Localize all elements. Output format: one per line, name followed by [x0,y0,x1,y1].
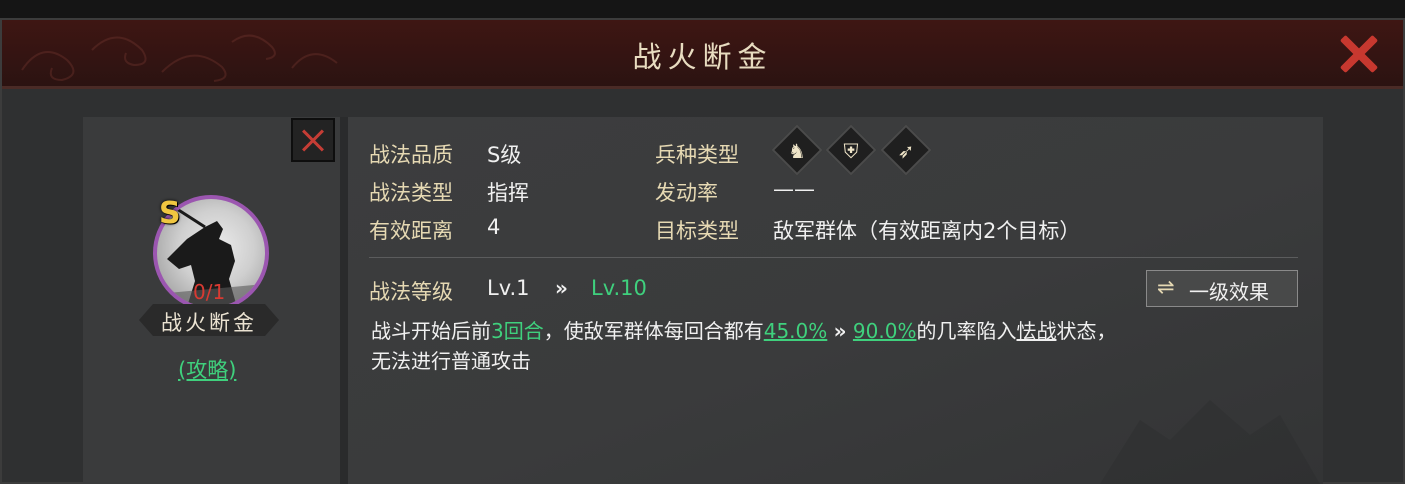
desc-text: 的几率陷入 [916,319,1017,343]
level-arrow: » [555,276,568,300]
swap-icon: ⇌ [1157,275,1175,299]
level-label: 战法等级 [369,280,453,304]
level-one-effect-button[interactable]: ⇌ 一级效果 [1146,270,1298,307]
grade-badge: S [159,196,181,231]
title-bar: 战火断金 [2,20,1403,89]
background-art [1100,400,1320,484]
desc-text: 战斗开始后前 [371,319,491,343]
type-label: 战法类型 [369,181,453,205]
horse-icon: ♞ [788,139,806,163]
quality-label: 战法品质 [369,143,453,167]
trigger-rate-value: —— [773,177,815,201]
skill-name-banner: 战火断金 [139,304,279,336]
trigger-rate-label: 发动率 [655,181,718,205]
top-strip [0,0,1405,18]
quality-value: S级 [487,143,522,167]
guide-link[interactable]: (攻略) [178,354,236,384]
skill-count: 0/1 [193,280,226,304]
column-divider [340,117,348,484]
range-label: 有效距离 [369,219,453,243]
divider [369,257,1298,258]
close-dialog-button[interactable] [1334,30,1382,78]
skill-description: 战斗开始后前3回合，使敌军群体每回合都有45.0% » 90.0%的几率陷入怯战… [371,316,1291,376]
desc-arrow: » [833,319,847,343]
bow-icon: ➶ [897,139,915,163]
target-type-label: 目标类型 [655,219,739,243]
shield-icon: ⛨ [843,139,859,163]
desc-rounds: 3回合 [491,319,544,343]
range-value: 4 [487,215,501,239]
desc-status-link[interactable]: 怯战 [1016,319,1056,343]
desc-text-line2: 无法进行普通攻击 [371,349,531,373]
remove-skill-button[interactable] [291,118,335,162]
effect-button-label: 一级效果 [1189,280,1269,304]
target-type-value: 敌军群体（有效距离内2个目标） [773,219,1081,243]
page-title: 战火断金 [632,40,773,74]
desc-rate-to: 90.0% [852,319,917,343]
level-from: Lv.1 [487,276,530,300]
skill-name: 战火断金 [161,311,257,335]
desc-text: 状态， [1056,319,1117,343]
troop-type-label: 兵种类型 [655,143,739,167]
type-value: 指挥 [487,181,529,205]
desc-rate-from: 45.0% [763,319,828,343]
desc-text: ，使敌军群体每回合都有 [543,319,764,343]
level-to: Lv.10 [591,276,647,300]
